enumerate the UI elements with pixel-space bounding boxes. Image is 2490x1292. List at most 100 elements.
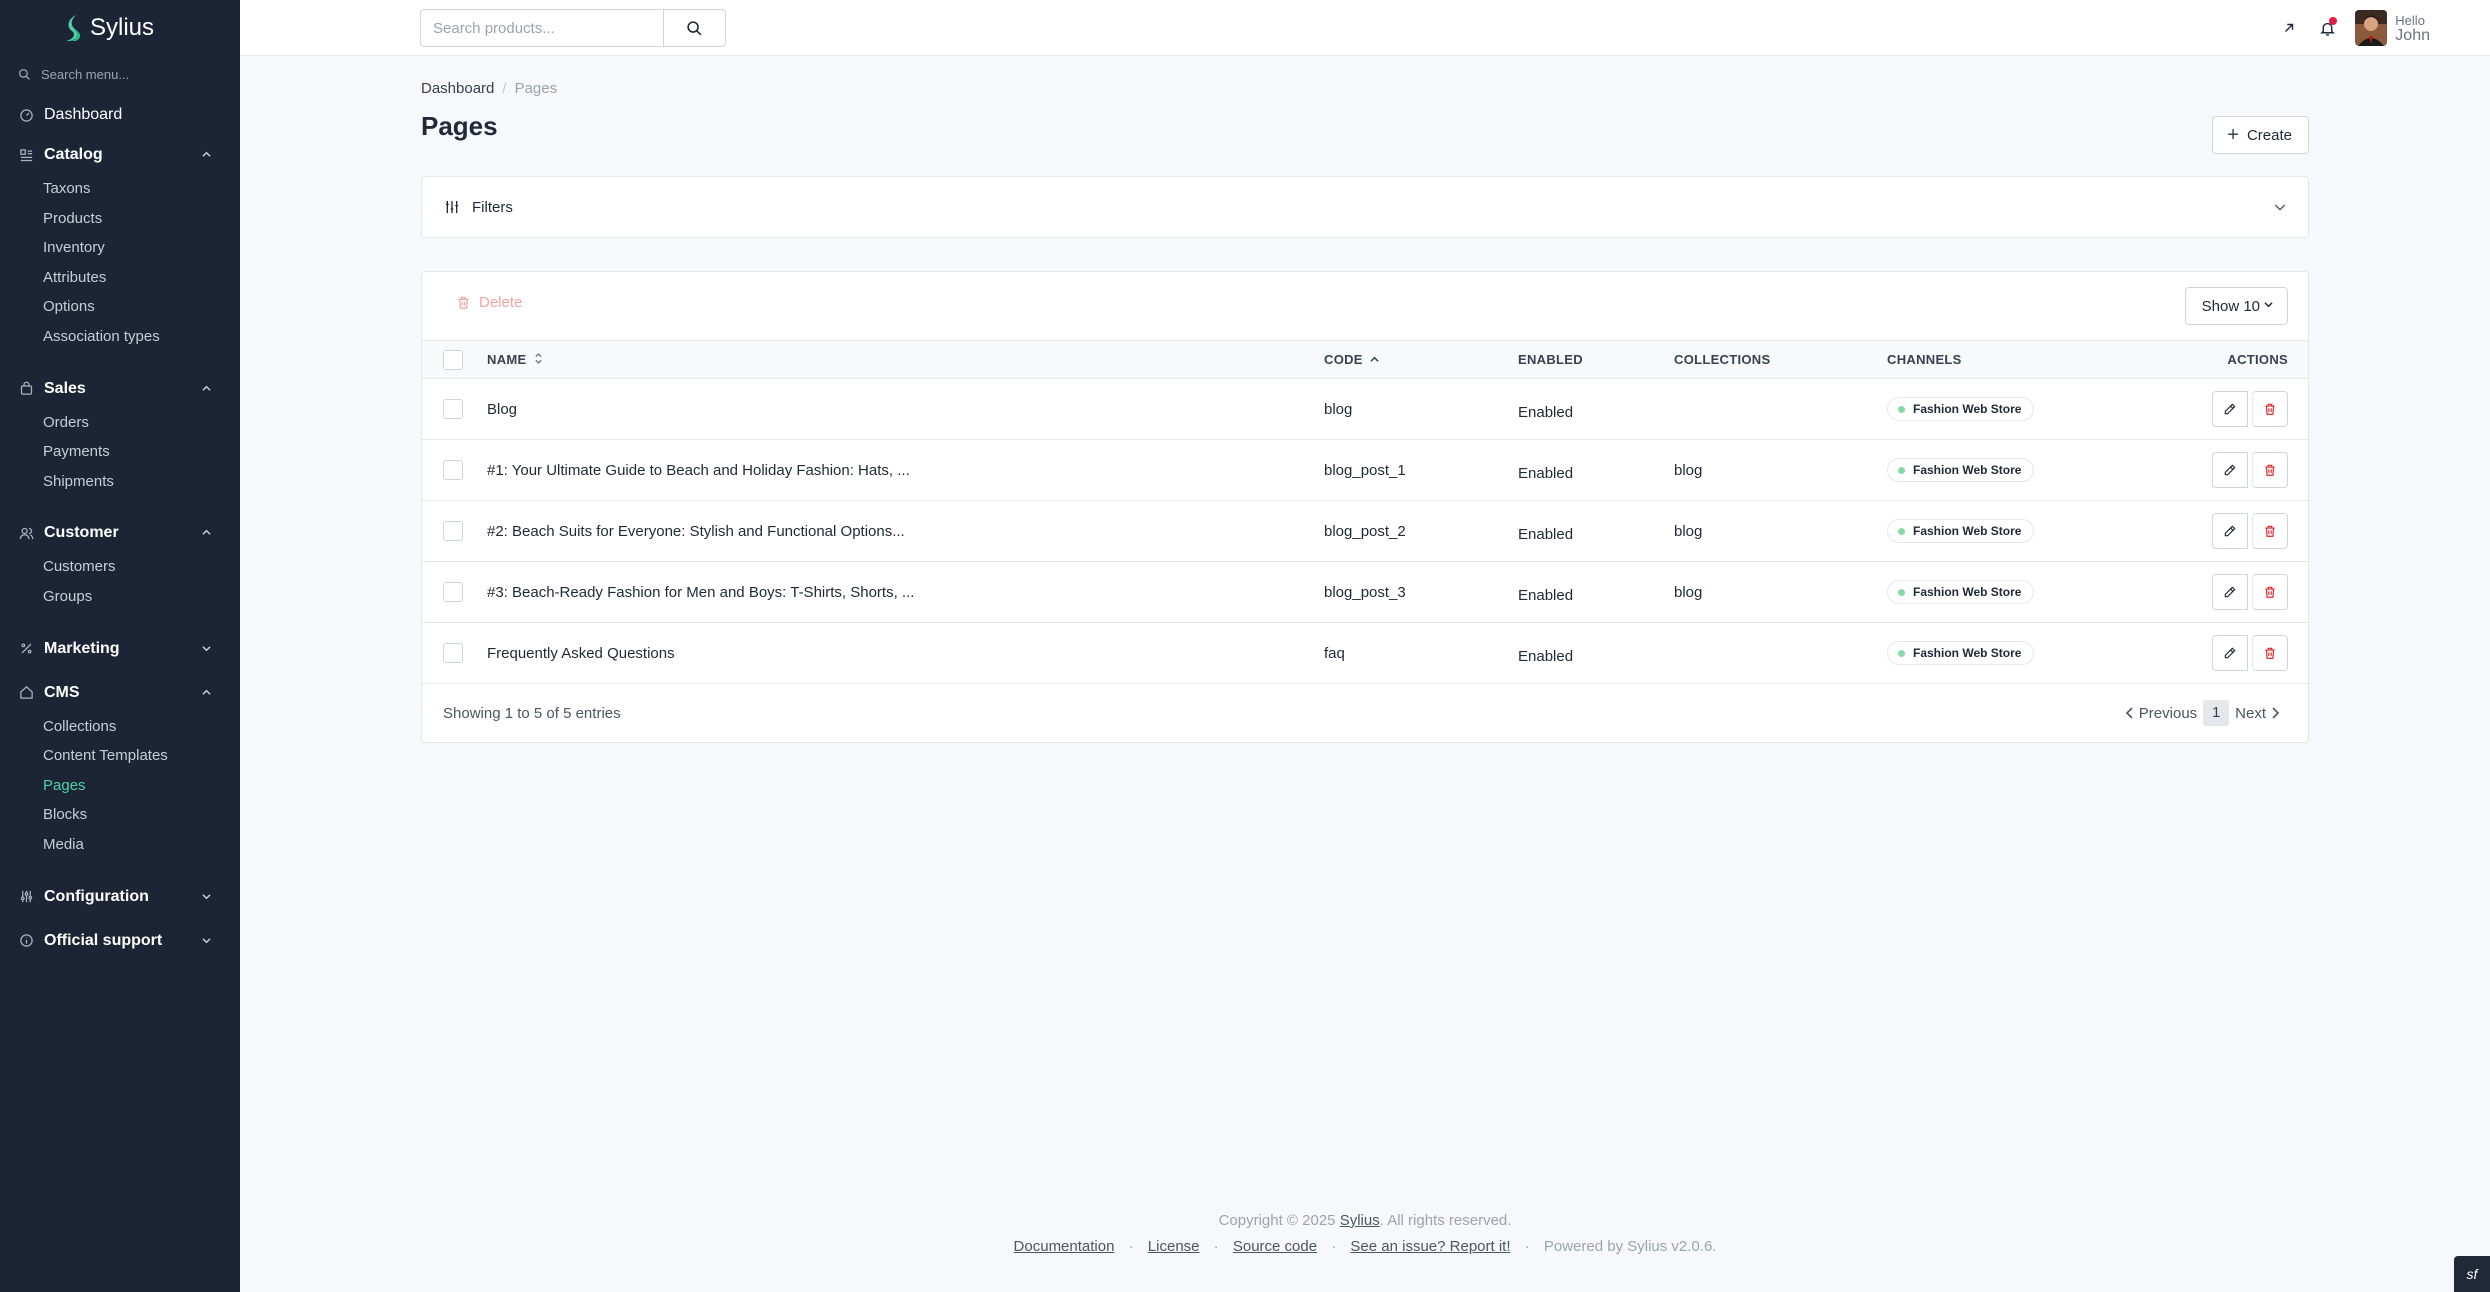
sidebar-group-configuration[interactable]: Configuration xyxy=(0,880,240,914)
copyright-suffix: . All rights reserved. xyxy=(1379,1212,1512,1229)
sidebar-item-attributes[interactable]: Attributes xyxy=(0,263,240,293)
sidebar-item-collections[interactable]: Collections xyxy=(0,712,240,742)
search-icon xyxy=(687,20,702,35)
channel-badge: Fashion Web Store xyxy=(1887,641,2035,665)
cell-code: blog_post_3 xyxy=(1324,583,1406,601)
edit-button[interactable] xyxy=(2212,574,2248,610)
sylius-logo[interactable]: Sylius xyxy=(0,0,240,56)
channel-badge: Fashion Web Store xyxy=(1887,519,2035,543)
per-page-dropdown[interactable]: Show 10 xyxy=(2184,287,2288,325)
symfony-toolbar-icon[interactable]: sf xyxy=(2454,1256,2490,1292)
edit-button[interactable] xyxy=(2212,391,2248,427)
sidebar-item-orders[interactable]: Orders xyxy=(0,408,240,438)
column-collections: COLLECTIONS xyxy=(1674,352,1771,367)
edit-button[interactable] xyxy=(2212,513,2248,549)
pencil-icon xyxy=(2224,525,2236,537)
sidebar-item-blocks[interactable]: Blocks xyxy=(0,800,240,830)
cell-collections xyxy=(1674,379,1887,440)
sidebar-item-customers[interactable]: Customers xyxy=(0,552,240,582)
sidebar-item-products[interactable]: Products xyxy=(0,204,240,234)
edit-button[interactable] xyxy=(2212,635,2248,671)
sidebar-item-content-templates[interactable]: Content Templates xyxy=(0,741,240,771)
sylius-link[interactable]: Sylius xyxy=(1340,1212,1380,1229)
select-all-checkbox[interactable] xyxy=(443,349,463,370)
create-button[interactable]: + Create xyxy=(2212,116,2309,154)
main-content: Dashboard / Pages Pages + Create Filters… xyxy=(421,56,2309,743)
filters-icon xyxy=(446,201,458,213)
sidebar-item-dashboard[interactable]: Dashboard xyxy=(0,98,240,132)
sidebar-item-shipments[interactable]: Shipments xyxy=(0,467,240,497)
sidebar-group-catalog[interactable]: Catalog xyxy=(0,138,240,172)
chevron-up-icon xyxy=(202,528,211,536)
sidebar-group-customer[interactable]: Customer xyxy=(0,516,240,550)
sort-asc-icon xyxy=(1367,355,1379,367)
sidebar-group-sales[interactable]: Sales xyxy=(0,372,240,406)
license-link[interactable]: License xyxy=(1148,1238,1200,1255)
next-page-button[interactable]: Next xyxy=(2235,705,2280,722)
row-checkbox[interactable] xyxy=(443,521,463,541)
filters-toggle[interactable]: Filters xyxy=(421,176,2309,238)
breadcrumb-current: Pages xyxy=(514,80,558,97)
report-issue-link[interactable]: See an issue? Report it! xyxy=(1350,1238,1510,1255)
open-shop-button[interactable] xyxy=(2271,10,2307,46)
delete-label: Delete xyxy=(479,294,523,311)
sidebar-group-official-support[interactable]: Official support xyxy=(0,924,240,958)
sidebar: Sylius Search menu... Dashboard Catalog … xyxy=(0,0,240,1292)
edit-button[interactable] xyxy=(2212,452,2248,488)
page-number[interactable]: 1 xyxy=(2203,700,2230,726)
chevron-up-icon xyxy=(202,150,211,158)
avatar[interactable] xyxy=(2355,10,2388,46)
sidebar-group-label: Marketing xyxy=(44,639,120,657)
previous-label: Previous xyxy=(2138,704,2198,722)
channel-name: Fashion Web Store xyxy=(1913,402,2022,416)
pencil-icon xyxy=(2224,586,2236,598)
sidebar-item-options[interactable]: Options xyxy=(0,292,240,322)
sidebar-item-inventory[interactable]: Inventory xyxy=(0,233,240,263)
cell-enabled: Enabled xyxy=(1518,586,1574,604)
sidebar-item-groups[interactable]: Groups xyxy=(0,582,240,612)
chevron-down-icon xyxy=(202,936,211,944)
column-label: NAME xyxy=(487,352,527,367)
row-checkbox[interactable] xyxy=(443,399,463,419)
pencil-icon xyxy=(2224,464,2236,476)
breadcrumb-dashboard[interactable]: Dashboard xyxy=(421,80,494,97)
chevron-up-icon xyxy=(202,688,211,696)
sidebar-group-marketing[interactable]: Marketing xyxy=(0,632,240,666)
source-code-link[interactable]: Source code xyxy=(1233,1238,1317,1255)
sidebar-item-media[interactable]: Media xyxy=(0,830,240,860)
pagination: Previous 1 Next xyxy=(2125,700,2280,726)
sidebar-item-association-types[interactable]: Association types xyxy=(0,322,240,352)
documentation-link[interactable]: Documentation xyxy=(1014,1238,1115,1255)
previous-page-button[interactable]: Previous xyxy=(2125,705,2197,722)
column-name[interactable]: NAME xyxy=(487,341,1324,379)
row-checkbox[interactable] xyxy=(443,643,463,663)
sidebar-item-pages[interactable]: Pages xyxy=(0,771,240,801)
breadcrumb: Dashboard / Pages xyxy=(421,80,2309,97)
row-checkbox[interactable] xyxy=(443,460,463,480)
delete-button[interactable] xyxy=(2252,452,2288,488)
search-input[interactable] xyxy=(420,9,664,47)
catalog-icon xyxy=(18,147,34,163)
channel-name: Fashion Web Store xyxy=(1913,524,2022,538)
column-code[interactable]: CODE xyxy=(1324,341,1518,379)
table-row: Blog blog Enabled Fashion Web Store xyxy=(422,379,2308,440)
create-label: Create xyxy=(2246,126,2292,144)
row-checkbox[interactable] xyxy=(443,582,463,602)
delete-button[interactable] xyxy=(2252,513,2288,549)
menu-search[interactable]: Search menu... xyxy=(0,56,240,92)
sidebar-item-payments[interactable]: Payments xyxy=(0,437,240,467)
delete-button[interactable] xyxy=(2252,391,2288,427)
sidebar-item-taxons[interactable]: Taxons xyxy=(0,174,240,204)
user-greeting[interactable]: Hello John xyxy=(2395,13,2430,44)
sidebar-group-cms[interactable]: CMS xyxy=(0,676,240,710)
trash-icon xyxy=(2265,403,2275,415)
delete-button[interactable] xyxy=(2252,574,2288,610)
cell-code: faq xyxy=(1324,644,1345,662)
delete-button[interactable] xyxy=(2252,635,2288,671)
search-button[interactable] xyxy=(664,9,726,47)
bulk-delete-button[interactable]: Delete xyxy=(456,294,522,311)
notifications-button[interactable] xyxy=(2309,10,2345,46)
table-row: Frequently Asked Questions faq Enabled F… xyxy=(422,623,2308,684)
chevron-left-icon xyxy=(2125,707,2133,719)
per-page-label: Show 10 xyxy=(2201,297,2260,315)
